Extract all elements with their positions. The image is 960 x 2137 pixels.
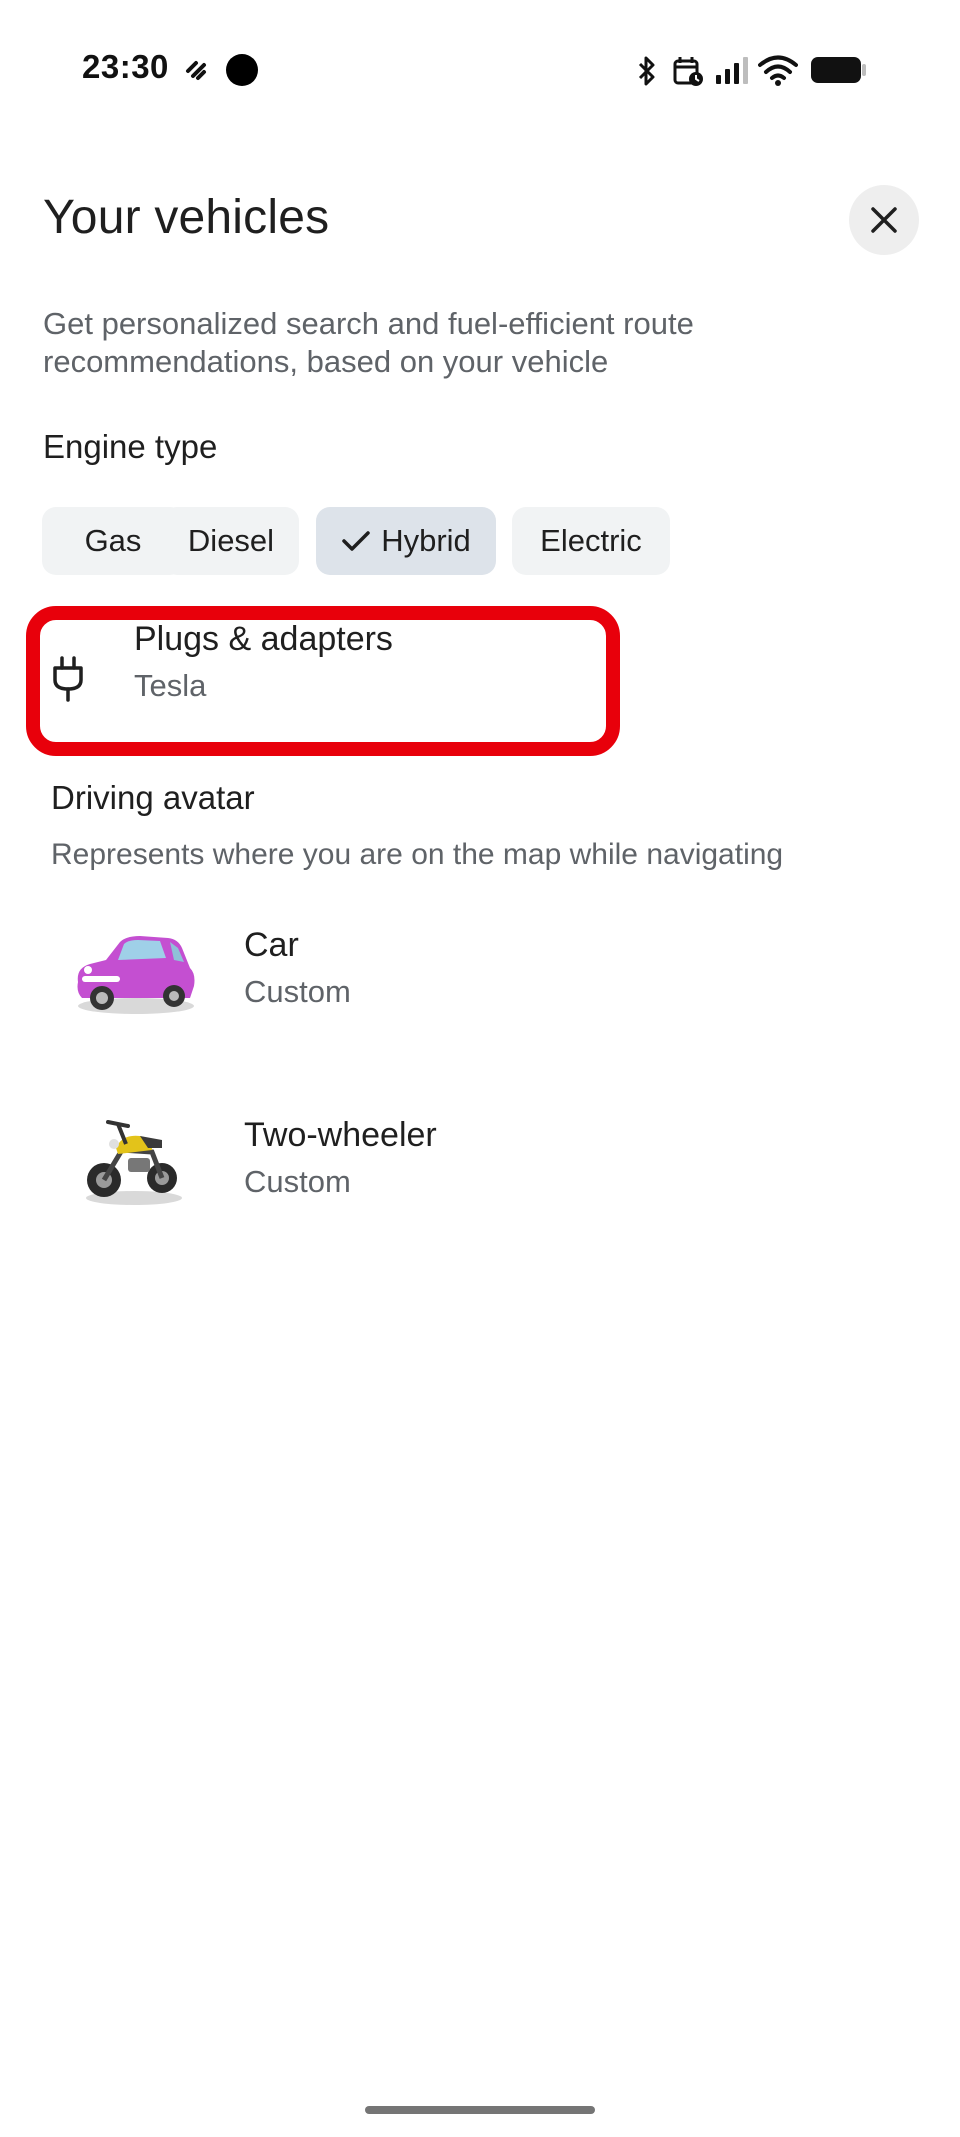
avatar-item-car[interactable]: Car Custom [40,900,920,1050]
chip-label: Hybrid [381,523,471,558]
avatar-two-wheeler-title: Two-wheeler [244,1116,437,1154]
close-icon [871,207,897,233]
camera-dot-icon [226,54,258,86]
status-time: 23:30 [82,48,169,85]
plug-icon [53,656,83,702]
check-icon [341,529,371,553]
chip-electric[interactable]: Electric [512,507,670,575]
motorcycle-avatar-icon [86,1120,182,1205]
car-avatar-icon [77,936,195,1014]
chip-hybrid[interactable]: Hybrid [316,507,496,575]
engine-type-label: Engine type [43,428,218,465]
driving-avatar-heading: Driving avatar [51,779,255,816]
battery-icon [811,57,866,83]
home-indicator[interactable] [365,2106,595,2114]
page-title: Your vehicles [43,191,330,244]
chip-label: Electric [540,523,642,558]
avatar-two-wheeler-subtitle: Custom [244,1164,351,1199]
chip-label: Gas [84,523,142,558]
close-button[interactable] [849,185,919,255]
wifi-icon [758,55,798,86]
avatar-car-subtitle: Custom [244,974,351,1009]
calendar-alarm-icon [673,57,703,86]
plugs-subtitle: Tesla [134,668,207,703]
notification-icon [186,61,206,80]
avatar-car-title: Car [244,926,299,964]
chip-label: Diesel [187,523,275,558]
plugs-adapters-row[interactable]: Plugs & adapters Tesla [40,620,606,742]
signal-icon [716,57,748,84]
plugs-title: Plugs & adapters [134,620,393,658]
avatar-item-two-wheeler[interactable]: Two-wheeler Custom [40,1090,920,1240]
chip-diesel[interactable]: Diesel [163,507,299,575]
bluetooth-icon [638,56,655,86]
page-description: Get personalized search and fuel-efficie… [43,306,694,379]
driving-avatar-description: Represents where you are on the map whil… [51,838,784,871]
status-bar: 23:30 [0,0,960,140]
